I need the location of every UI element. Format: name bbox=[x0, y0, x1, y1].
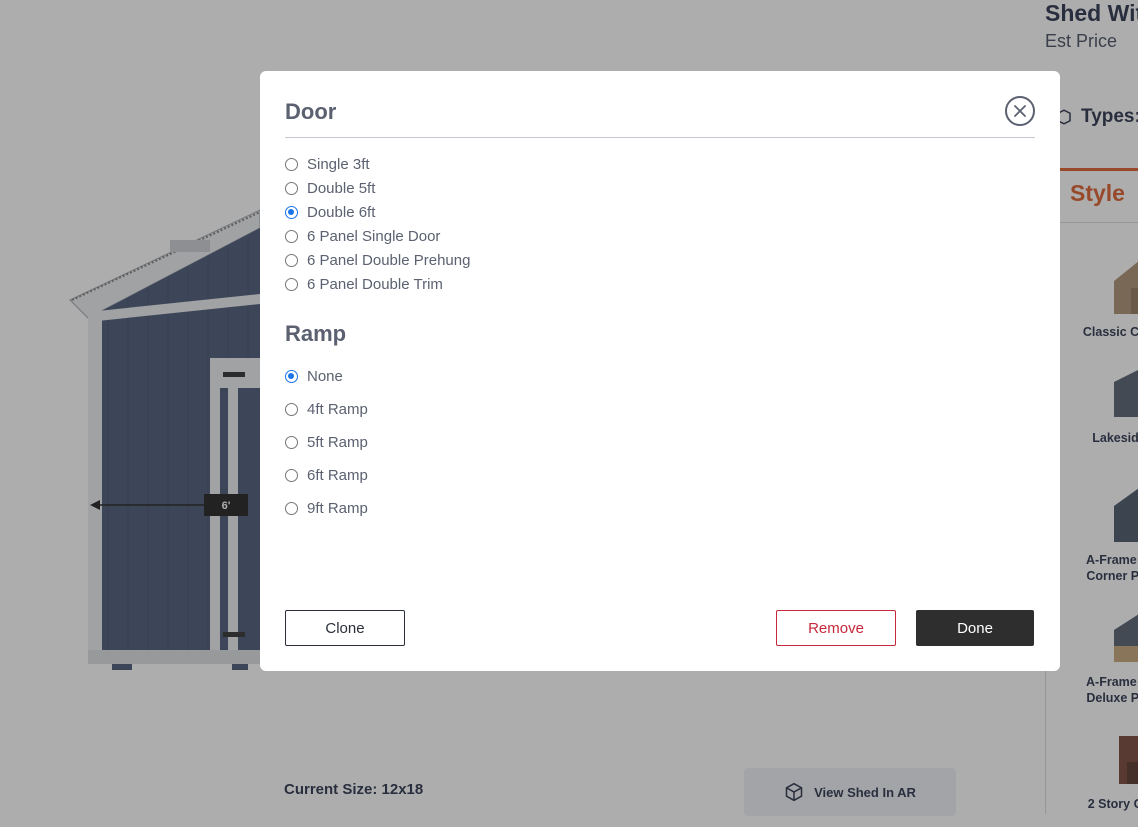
ramp-option-5ft[interactable]: 5ft Ramp bbox=[285, 434, 368, 451]
radio-button[interactable] bbox=[285, 403, 298, 416]
door-ramp-modal: Door Single 3ft Double 5ft Double 6ft 6 … bbox=[260, 71, 1060, 671]
option-label: 6ft Ramp bbox=[307, 467, 368, 484]
door-option-double-6ft[interactable]: Double 6ft bbox=[285, 204, 375, 221]
radio-button-selected[interactable] bbox=[285, 370, 298, 383]
option-label: 6 Panel Double Trim bbox=[307, 276, 443, 293]
ramp-section-title: Ramp bbox=[285, 321, 347, 346]
radio-button-selected[interactable] bbox=[285, 206, 298, 219]
ramp-option-none[interactable]: None bbox=[285, 368, 343, 385]
close-modal-button[interactable] bbox=[1005, 96, 1035, 126]
ramp-option-9ft[interactable]: 9ft Ramp bbox=[285, 500, 368, 517]
radio-button[interactable] bbox=[285, 158, 298, 171]
clone-button[interactable]: Clone bbox=[285, 610, 405, 646]
door-option-double-5ft[interactable]: Double 5ft bbox=[285, 180, 375, 197]
option-label: Double 6ft bbox=[307, 204, 376, 221]
option-label: 6 Panel Single Door bbox=[307, 228, 441, 245]
radio-button[interactable] bbox=[285, 436, 298, 449]
ramp-option-6ft[interactable]: 6ft Ramp bbox=[285, 467, 368, 484]
option-label: 4ft Ramp bbox=[307, 401, 368, 418]
door-option-6-panel-single[interactable]: 6 Panel Single Door bbox=[285, 228, 440, 245]
door-option-single-3ft[interactable]: Single 3ft bbox=[285, 156, 370, 173]
remove-button[interactable]: Remove bbox=[776, 610, 896, 646]
option-label: 6 Panel Double Prehung bbox=[307, 252, 471, 269]
radio-button[interactable] bbox=[285, 254, 298, 267]
door-section-title: Door bbox=[285, 99, 337, 124]
radio-button[interactable] bbox=[285, 502, 298, 515]
ramp-option-4ft[interactable]: 4ft Ramp bbox=[285, 401, 368, 418]
done-button[interactable]: Done bbox=[916, 610, 1034, 646]
close-icon bbox=[1014, 105, 1026, 117]
option-label: Single 3ft bbox=[307, 156, 370, 173]
radio-button[interactable] bbox=[285, 278, 298, 291]
door-section-divider bbox=[285, 137, 1035, 138]
option-label: Double 5ft bbox=[307, 180, 376, 197]
radio-button[interactable] bbox=[285, 230, 298, 243]
door-option-6-panel-double-prehung[interactable]: 6 Panel Double Prehung bbox=[285, 252, 470, 269]
option-label: 5ft Ramp bbox=[307, 434, 368, 451]
radio-button[interactable] bbox=[285, 469, 298, 482]
option-label: None bbox=[307, 368, 343, 385]
option-label: 9ft Ramp bbox=[307, 500, 368, 517]
door-option-6-panel-double-trim[interactable]: 6 Panel Double Trim bbox=[285, 276, 443, 293]
radio-button[interactable] bbox=[285, 182, 298, 195]
